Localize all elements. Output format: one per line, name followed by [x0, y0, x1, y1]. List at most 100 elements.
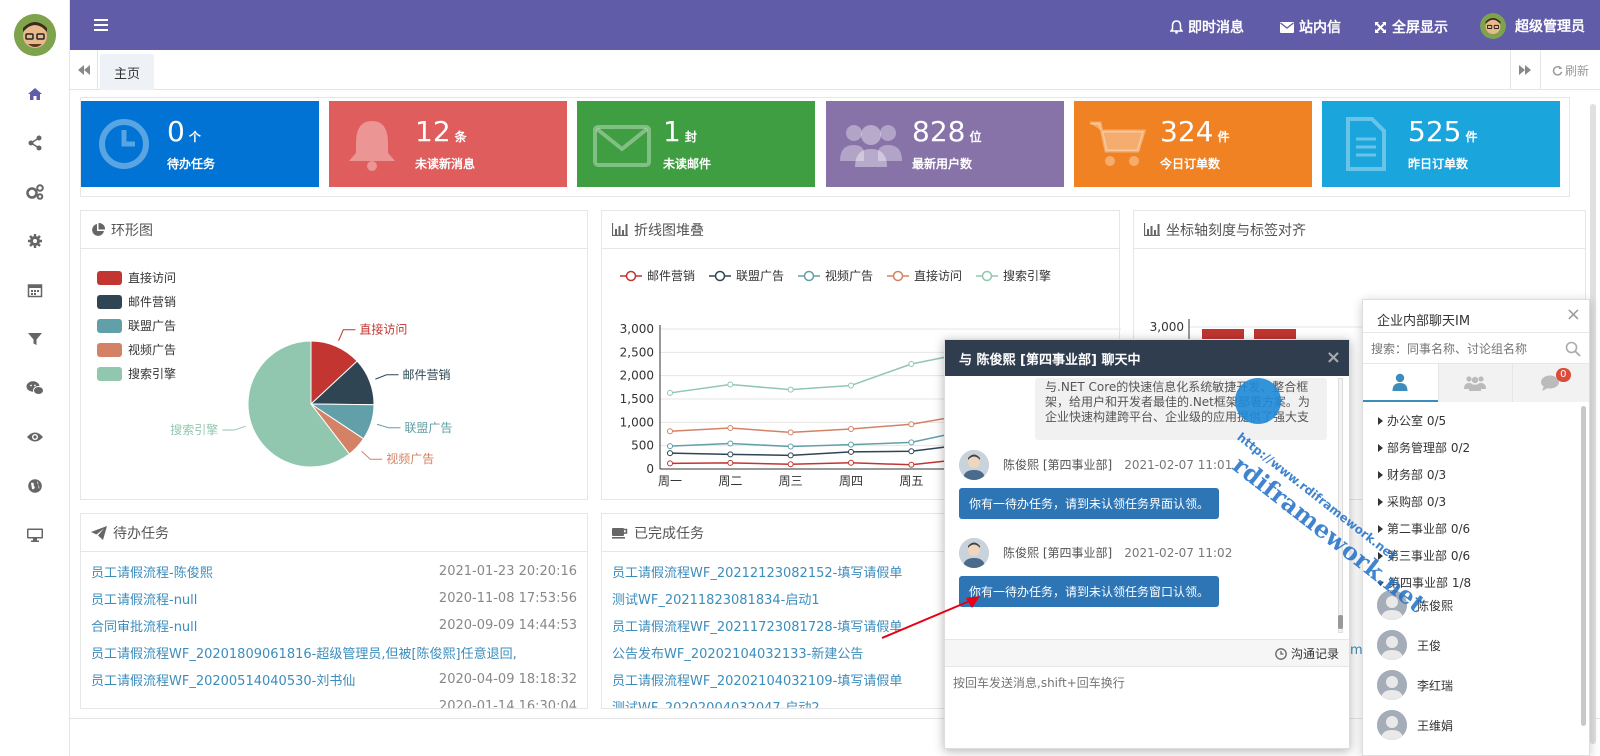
todo-item-title[interactable]: 员工请假流程-陈俊熙 [91, 562, 213, 581]
user-avatar[interactable] [14, 14, 56, 56]
im-search-input[interactable] [1371, 339, 1556, 359]
instant-message-button[interactable]: 即时消息 [1170, 17, 1244, 37]
im-dept-item[interactable]: 办公室 0/5 [1377, 412, 1446, 429]
todo-item[interactable]: 员工请假流程WF_20200514040530-刘书仙 2020-04-09 18… [91, 666, 577, 692]
calendar-icon[interactable] [23, 278, 47, 302]
im-dept-item[interactable]: 部务管理部 0/2 [1377, 439, 1470, 456]
refresh-button[interactable]: 刷新 [1540, 50, 1600, 90]
chat-close-icon[interactable]: × [1326, 347, 1341, 368]
data-point[interactable] [908, 439, 915, 446]
data-point[interactable] [787, 443, 794, 450]
tab-scroll-right-button[interactable] [1510, 50, 1538, 90]
im-member-item[interactable]: 王俊 [1377, 630, 1441, 660]
home-icon[interactable] [23, 82, 47, 106]
stat-card-1[interactable]: 0 个待办任务 [81, 101, 319, 187]
done-item-title[interactable]: 员工请假流程WF_20211723081728-填写请假单 [612, 616, 902, 635]
line-legend-item[interactable]: 联盟广告 [709, 269, 784, 283]
im-dept-item[interactable]: 采购部 0/3 [1377, 493, 1446, 510]
stat-card-3[interactable]: 1 封未读邮件 [577, 101, 815, 187]
todo-item[interactable]: 员工请假流程-null 2020-11-08 17:53:56 [91, 585, 577, 611]
todo-item-title[interactable]: 员工请假流程WF_20201809061816-超级管理员,但被[陈俊熙]任意退… [91, 643, 517, 662]
gears-icon[interactable] [23, 180, 47, 204]
user-menu[interactable]: 超级管理员 [1480, 13, 1585, 39]
data-point[interactable] [667, 443, 673, 450]
fullscreen-button[interactable]: 全屏显示 [1374, 17, 1448, 37]
data-point[interactable] [727, 381, 734, 388]
im-close-icon[interactable]: × [1566, 304, 1581, 325]
done-item-title[interactable]: 测试WF_20211823081834-启动1 [612, 589, 820, 608]
data-point[interactable] [848, 459, 854, 466]
desktop-icon[interactable] [23, 523, 47, 547]
stat-card-2[interactable]: 12 条未读新消息 [329, 101, 567, 187]
line-legend-item[interactable]: 邮件营销 [620, 269, 695, 283]
im-member-item[interactable]: 王维娟 [1377, 710, 1453, 740]
data-point[interactable] [908, 361, 915, 367]
im-dept-item[interactable]: 第二事业部 0/6 [1377, 520, 1470, 537]
im-scrollbar[interactable] [1581, 406, 1586, 726]
data-point[interactable] [667, 460, 673, 467]
data-point[interactable] [667, 450, 673, 457]
site-mail-label: 站内信 [1299, 20, 1341, 36]
filter-icon[interactable] [23, 327, 47, 351]
expand-icon [1375, 21, 1386, 33]
stat-card-4[interactable]: 828 位最新用户数 [826, 101, 1064, 187]
globe-icon[interactable] [23, 474, 47, 498]
data-point[interactable] [727, 425, 734, 432]
data-point[interactable] [667, 389, 673, 396]
cog-icon[interactable] [23, 229, 47, 253]
data-point[interactable] [787, 452, 794, 459]
done-item-title[interactable]: 员工请假流程WF_20202104032109-填写请假单 [612, 670, 902, 689]
data-point[interactable] [787, 429, 794, 436]
site-mail-button[interactable]: 站内信 [1280, 17, 1341, 37]
tab-home[interactable]: 主页 [100, 54, 155, 90]
data-point[interactable] [727, 440, 734, 447]
data-point[interactable] [848, 448, 854, 455]
todo-item-title[interactable]: 合同审批流程-null [91, 616, 197, 635]
im-tab-chats[interactable]: 0 [1512, 364, 1589, 402]
data-point[interactable] [667, 428, 673, 435]
todo-item[interactable]: 2020-01-14 16:30:04 [91, 693, 577, 709]
todo-item[interactable]: 员工请假流程WF_20201809061816-超级管理员,但被[陈俊熙]任意退… [91, 639, 577, 665]
todo-title: 待办任务 [113, 525, 169, 542]
stat-card-5[interactable]: 324 件今日订单数 [1074, 101, 1312, 187]
document-icon [1336, 115, 1394, 173]
im-tab-contacts[interactable] [1363, 364, 1438, 402]
todo-item-title[interactable]: 员工请假流程WF_20200514040530-刘书仙 [91, 670, 355, 689]
todo-item-title[interactable]: 员工请假流程-null [91, 589, 197, 608]
data-point[interactable] [848, 441, 854, 448]
search-icon[interactable] [1565, 341, 1581, 357]
data-point[interactable] [848, 382, 854, 389]
im-dept-item[interactable]: 财务部 0/3 [1377, 466, 1446, 483]
stat-label: 最新用户数 [912, 157, 973, 171]
chat-header: 与 陈俊熙 [第四事业部] 聊天中 × [945, 340, 1349, 376]
stat-card-6[interactable]: 525 件昨日订单数 [1322, 101, 1560, 187]
data-point[interactable] [908, 421, 915, 428]
chat-scroll-thumb[interactable] [1338, 615, 1343, 629]
done-item-title[interactable]: 公告发布WF_20202104032133-新建公告 [612, 643, 863, 662]
data-point[interactable] [787, 461, 794, 468]
im-tab-groups[interactable] [1437, 364, 1513, 402]
menu-toggle-icon[interactable] [92, 16, 110, 34]
data-point[interactable] [848, 426, 854, 433]
line-legend-item[interactable]: 视频广告 [798, 268, 873, 283]
y-tick-label: 2,500 [620, 345, 654, 359]
line-legend-item[interactable]: 搜索引擎 [976, 268, 1051, 283]
todo-item[interactable]: 合同审批流程-null 2020-09-09 14:44:53 [91, 612, 577, 638]
done-item-title[interactable]: 测试WF_20202004032047-启动2 [612, 697, 820, 709]
data-point[interactable] [787, 386, 794, 393]
data-point[interactable] [908, 461, 915, 468]
chat-input[interactable] [945, 668, 1349, 748]
data-point[interactable] [727, 459, 734, 466]
data-point[interactable] [727, 451, 734, 458]
line-legend-item[interactable]: 直接访问 [887, 268, 962, 283]
tab-scroll-left-button[interactable] [70, 50, 98, 90]
todo-item[interactable]: 员工请假流程-陈俊熙 2021-01-23 20:20:16 [91, 558, 577, 584]
im-member-item[interactable]: 李红瑞 [1377, 670, 1453, 700]
eye-icon[interactable] [23, 425, 47, 449]
share-icon[interactable] [23, 131, 47, 155]
data-point[interactable] [908, 448, 915, 455]
page-scrollbar[interactable] [1590, 104, 1596, 744]
wechat-icon[interactable] [23, 376, 47, 400]
chat-history-button[interactable]: 沟通记录 [1275, 645, 1339, 662]
done-item-title[interactable]: 员工请假流程WF_20212123082152-填写请假单 [612, 562, 902, 581]
